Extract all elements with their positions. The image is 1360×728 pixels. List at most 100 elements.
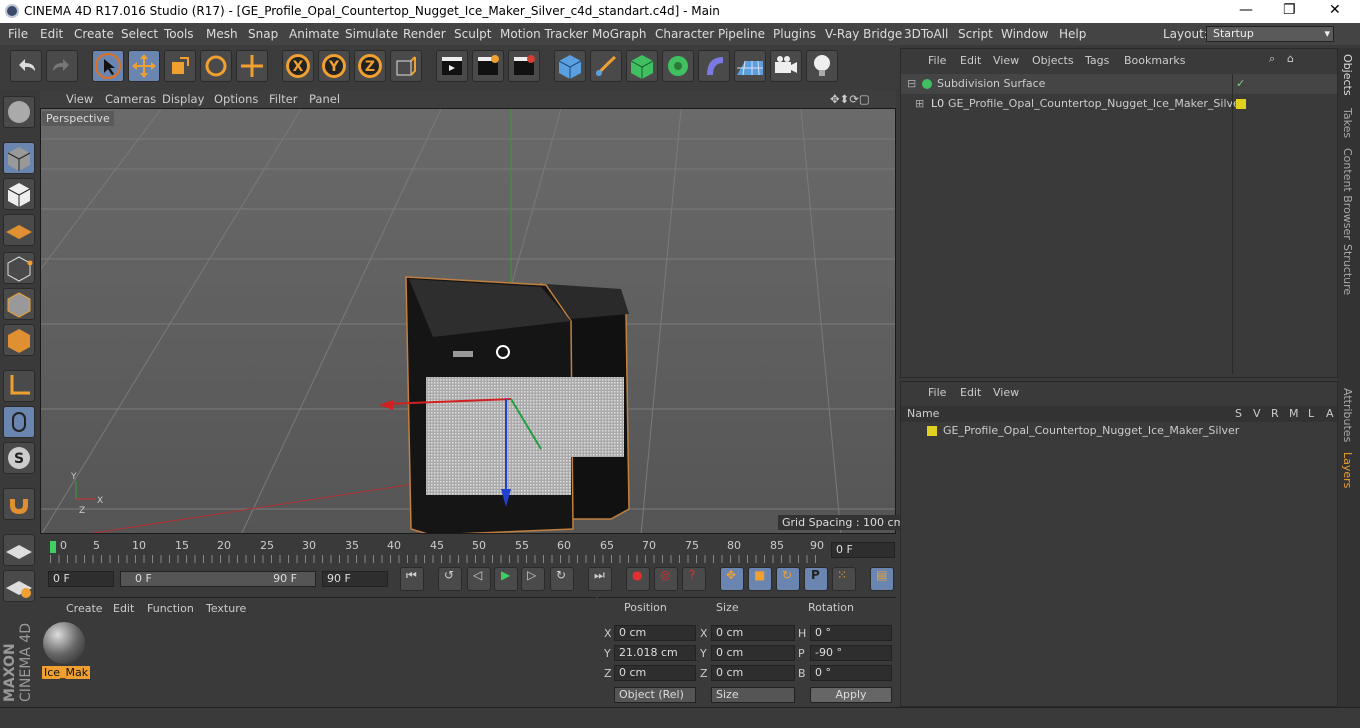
redo-button[interactable] [46, 50, 78, 82]
pen-button[interactable] [590, 50, 622, 82]
y-axis-button[interactable]: Y [318, 50, 350, 82]
vp-menu-display[interactable]: Display [162, 92, 204, 106]
home-icon[interactable]: ⌂ [1287, 52, 1294, 65]
rotation-b-field[interactable]: 0 ° [810, 665, 892, 681]
obj-menu-bookmarks[interactable]: Bookmarks [1124, 54, 1185, 67]
tab-takes[interactable]: Takes [1341, 108, 1354, 138]
current-frame-field[interactable]: 0 F [831, 542, 895, 558]
tab-structure[interactable]: Structure [1341, 244, 1354, 295]
polygons-mode-button[interactable] [3, 324, 35, 356]
obj-menu-edit[interactable]: Edit [960, 54, 981, 67]
render-view-button[interactable] [436, 50, 468, 82]
layer-name[interactable]: GE_Profile_Opal_Countertop_Nugget_Ice_Ma… [943, 424, 1239, 437]
tweak-mode-button[interactable] [3, 406, 35, 438]
points-mode-button[interactable] [3, 252, 35, 284]
next-frame-button[interactable]: ▷ [521, 567, 545, 591]
layer-menu-edit[interactable]: Edit [960, 386, 981, 399]
menu-character[interactable]: Character [655, 27, 714, 41]
timeline-ruler[interactable]: 0 5 10 15 20 25 30 35 40 45 50 55 60 65 … [40, 535, 896, 567]
material-preview[interactable] [43, 622, 85, 664]
magnet-button[interactable] [3, 488, 35, 520]
autokey-button[interactable]: ◎ [654, 567, 678, 591]
rotation-p-field[interactable]: -90 ° [810, 645, 892, 661]
go-to-end-button[interactable]: ⏭ [588, 567, 612, 591]
texture-mode-button[interactable] [3, 178, 35, 210]
layer-color-swatch[interactable] [1236, 99, 1246, 109]
vp-menu-filter[interactable]: Filter [269, 92, 297, 106]
workplane-mode-button[interactable] [3, 214, 35, 246]
transform-button[interactable] [236, 50, 268, 82]
menu-help[interactable]: Help [1059, 27, 1086, 41]
previous-frame-button[interactable]: ◁ [467, 567, 491, 591]
menu-render[interactable]: Render [403, 27, 446, 41]
menu-sculpt[interactable]: Sculpt [454, 27, 491, 41]
vp-menu-panel[interactable]: Panel [309, 92, 340, 106]
menu-edit[interactable]: Edit [40, 27, 63, 41]
workplane-align-button[interactable] [3, 570, 35, 602]
menu-vray-bridge[interactable]: V-Ray Bridge [825, 27, 902, 41]
expand-icon[interactable]: ⊟ [907, 77, 916, 90]
menu-script[interactable]: Script [958, 27, 993, 41]
layer-menu-file[interactable]: File [928, 386, 946, 399]
model-mode-button[interactable] [3, 142, 35, 174]
workplane-lock-button[interactable] [3, 534, 35, 566]
menu-tools[interactable]: Tools [164, 27, 194, 41]
record-keys-button[interactable]: ● [626, 567, 650, 591]
go-to-start-button[interactable]: ⏮ [400, 567, 424, 591]
subdivision-surface-button[interactable] [626, 50, 658, 82]
menu-mesh[interactable]: Mesh [206, 27, 238, 41]
play-button[interactable]: ▶ [494, 567, 518, 591]
menu-animate[interactable]: Animate [289, 27, 339, 41]
undo-button[interactable] [10, 50, 42, 82]
key-rotation-button[interactable]: ↻ [776, 567, 800, 591]
z-axis-button[interactable]: Z [354, 50, 386, 82]
menu-file[interactable]: File [8, 27, 28, 41]
menu-simulate[interactable]: Simulate [345, 27, 398, 41]
enabled-check-icon[interactable]: ✓ [1236, 77, 1245, 90]
coordinate-system-button[interactable] [390, 50, 422, 82]
mat-menu-texture[interactable]: Texture [206, 602, 246, 615]
position-y-field[interactable]: 21.018 cm [614, 645, 696, 661]
object-row-ice-maker[interactable]: ⊞ L0 GE_Profile_Opal_Countertop_Nugget_I… [901, 94, 1337, 114]
minimize-button[interactable]: — [1239, 2, 1253, 18]
rotate-button[interactable] [200, 50, 232, 82]
object-name[interactable]: GE_Profile_Opal_Countertop_Nugget_Ice_Ma… [948, 97, 1244, 110]
deformer-button[interactable] [698, 50, 730, 82]
object-row-subdivision[interactable]: ⊟ Subdivision Surface ✓ [901, 74, 1337, 94]
key-scale-button[interactable]: ■ [748, 567, 772, 591]
vp-menu-cameras[interactable]: Cameras [105, 92, 156, 106]
snap-button[interactable]: S [3, 442, 35, 474]
live-selection-button[interactable] [92, 50, 124, 82]
key-point-level-button[interactable]: ⁙ [832, 567, 856, 591]
render-to-picture-viewer-button[interactable] [472, 50, 504, 82]
playhead[interactable] [50, 541, 56, 553]
obj-menu-file[interactable]: File [928, 54, 946, 67]
previous-key-button[interactable]: ↺ [438, 567, 462, 591]
maximize-button[interactable]: ❐ [1283, 2, 1296, 18]
tab-objects[interactable]: Objects [1341, 54, 1354, 96]
cube-button[interactable] [554, 50, 586, 82]
light-button[interactable] [806, 50, 838, 82]
menu-plugins[interactable]: Plugins [773, 27, 816, 41]
axis-mode-button[interactable] [3, 370, 35, 402]
object-name[interactable]: Subdivision Surface [937, 77, 1045, 90]
floor-button[interactable] [734, 50, 766, 82]
move-button[interactable] [128, 50, 160, 82]
tab-attributes[interactable]: Attributes [1341, 388, 1354, 442]
mat-menu-edit[interactable]: Edit [113, 602, 134, 615]
menu-create[interactable]: Create [74, 27, 114, 41]
menu-window[interactable]: Window [1001, 27, 1048, 41]
size-y-field[interactable]: 0 cm [711, 645, 795, 661]
range-slider[interactable]: 0 F 90 F [120, 571, 316, 587]
size-x-field[interactable]: 0 cm [711, 625, 795, 641]
material-name[interactable]: Ice_Mak [42, 666, 91, 679]
mat-menu-function[interactable]: Function [147, 602, 194, 615]
position-z-field[interactable]: 0 cm [614, 665, 696, 681]
scale-button[interactable] [164, 50, 196, 82]
vp-menu-view[interactable]: View [66, 92, 93, 106]
menu-pipeline[interactable]: Pipeline [718, 27, 765, 41]
menu-snap[interactable]: Snap [248, 27, 278, 41]
layout-dropdown[interactable]: Startup ▾ [1206, 26, 1334, 42]
menu-3dtoall[interactable]: 3DToAll [904, 27, 948, 41]
layer-menu-view[interactable]: View [993, 386, 1019, 399]
